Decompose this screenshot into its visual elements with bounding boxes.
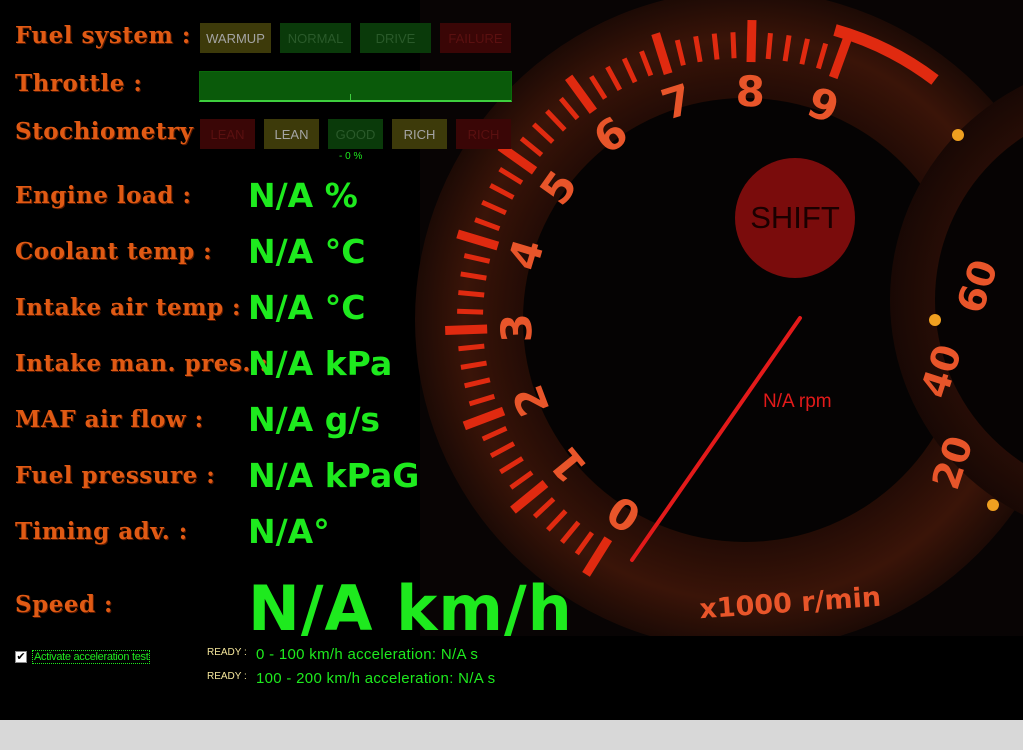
fuel-pressure-label: Fuel pressure : bbox=[15, 462, 216, 489]
timing-advance-value: N/A° bbox=[248, 512, 330, 551]
fuel-system-state-2: DRIVE bbox=[360, 23, 431, 53]
tach-number-3: 3 bbox=[492, 313, 542, 344]
speed-value: N/A km/h bbox=[248, 572, 573, 645]
stoichiometry-percent: - 0 % bbox=[339, 151, 363, 162]
stoichiometry-indicators: LEAN LEAN GOOD RICH RICH bbox=[200, 119, 520, 149]
engine-load-value: N/A % bbox=[248, 176, 358, 215]
speedo-dot bbox=[952, 129, 964, 141]
timing-advance-label: Timing adv. : bbox=[15, 518, 188, 545]
speedo-dot bbox=[987, 499, 999, 511]
accel-100-200-status: READY : bbox=[207, 671, 247, 682]
fuel-system-state-1: NORMAL bbox=[280, 23, 351, 53]
tach-tick bbox=[458, 343, 485, 352]
status-bar bbox=[0, 720, 1023, 750]
speedo-dot bbox=[929, 314, 941, 326]
intake-air-temp-label: Intake air temp : bbox=[15, 294, 242, 321]
accel-0-100-result: 0 - 100 km/h acceleration: N/A s bbox=[256, 646, 479, 663]
stoichiometry-state-3: RICH bbox=[392, 119, 447, 149]
coolant-temp-label: Coolant temp : bbox=[15, 238, 213, 265]
throttle-center-tick bbox=[350, 94, 351, 100]
tach-tick bbox=[746, 19, 757, 63]
fuel-system-indicators: WARMUP NORMAL DRIVE FAILURE bbox=[200, 23, 520, 53]
acceleration-test-checkbox-label[interactable]: Activate acceleration test bbox=[32, 650, 151, 664]
speed-label: Speed : bbox=[15, 591, 114, 618]
throttle-bar bbox=[199, 71, 512, 102]
tach-tick bbox=[765, 32, 773, 60]
tach-tick bbox=[730, 32, 737, 59]
maf-air-flow-value: N/A g/s bbox=[248, 400, 381, 439]
fuel-system-state-3: FAILURE bbox=[440, 23, 511, 53]
tach-tick bbox=[711, 33, 720, 60]
maf-air-flow-label: MAF air flow : bbox=[15, 406, 204, 433]
throttle-label: Throttle : bbox=[15, 70, 143, 97]
shift-indicator: SHIFT bbox=[735, 158, 855, 278]
tach-number-8: 8 bbox=[735, 67, 765, 117]
rpm-readout: N/A rpm bbox=[763, 391, 832, 412]
stoichiometry-state-1: LEAN bbox=[264, 119, 319, 149]
coolant-temp-value: N/A °C bbox=[248, 232, 366, 271]
fuel-system-state-0: WARMUP bbox=[200, 23, 271, 53]
acceleration-test-checkbox[interactable]: ✔ bbox=[15, 651, 27, 663]
accel-100-200-result: 100 - 200 km/h acceleration: N/A s bbox=[256, 670, 496, 687]
tach-tick bbox=[457, 308, 484, 315]
fuel-pressure-value: N/A kPaG bbox=[248, 456, 420, 495]
tach-tick bbox=[458, 290, 485, 298]
intake-manifold-pressure-label: Intake man. pres. : bbox=[15, 350, 269, 377]
accel-0-100-status: READY : bbox=[207, 647, 247, 658]
intake-air-temp-value: N/A °C bbox=[248, 288, 366, 327]
fuel-system-label: Fuel system : bbox=[15, 22, 191, 49]
engine-load-label: Engine load : bbox=[15, 182, 192, 209]
stoichiometry-label: Stochiometry : bbox=[15, 118, 211, 145]
stoichiometry-state-4: RICH bbox=[456, 119, 511, 149]
intake-manifold-pressure-value: N/A kPa bbox=[248, 344, 393, 383]
stoichiometry-state-0: LEAN bbox=[200, 119, 255, 149]
stoichiometry-state-2: GOOD bbox=[328, 119, 383, 149]
tach-tick bbox=[445, 324, 488, 335]
